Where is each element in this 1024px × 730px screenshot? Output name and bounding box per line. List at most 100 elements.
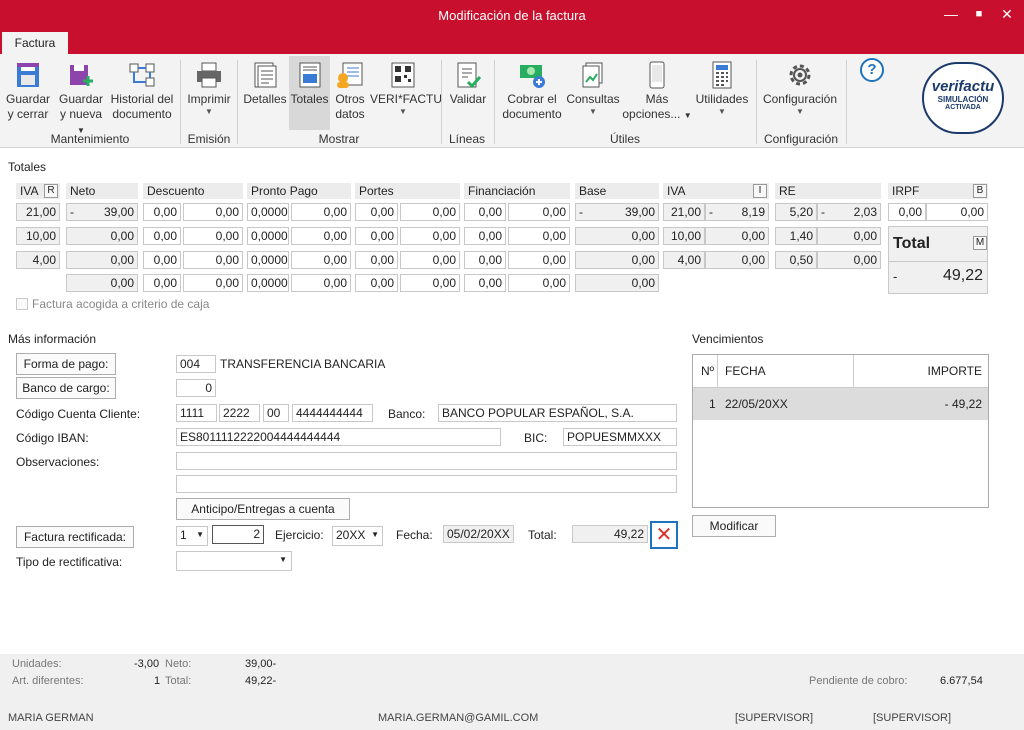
forma-pago-code[interactable]: 004 — [176, 355, 216, 373]
otros-datos-button[interactable]: Otros datos — [332, 56, 368, 128]
financiacion-pct-1[interactable]: 0,00 — [464, 203, 506, 221]
descuento-pct-3[interactable]: 0,00 — [143, 251, 181, 269]
minimize-icon[interactable]: — — [938, 2, 964, 26]
tipo-rect-select[interactable]: ▼ — [176, 551, 292, 571]
portes-imp-3[interactable]: 0,00 — [400, 251, 460, 269]
pronto-imp-1[interactable]: 0,00 — [291, 203, 351, 221]
m-button[interactable]: M — [973, 236, 987, 250]
b-button[interactable]: B — [973, 184, 987, 198]
imprimir-button[interactable]: Imprimir ▼ — [186, 56, 232, 128]
validar-button[interactable]: Validar — [446, 56, 490, 128]
descuento-imp-total[interactable]: 0,00 — [183, 274, 243, 292]
ccc-entidad[interactable]: 1111 — [176, 404, 217, 422]
help-icon[interactable]: ? — [860, 58, 884, 82]
caja-checkbox[interactable] — [16, 298, 28, 310]
banco-cargo-button[interactable]: Banco de cargo: — [16, 377, 116, 399]
forma-pago-desc: TRANSFERENCIA BANCARIA — [220, 357, 386, 371]
bic-input[interactable]: POPUESMMXXX — [563, 428, 677, 446]
financiacion-imp-2[interactable]: 0,00 — [508, 227, 570, 245]
irpf-imp[interactable]: 0,00 — [926, 203, 988, 221]
banco-cargo-input[interactable]: 0 — [176, 379, 216, 397]
portes-pct-3[interactable]: 0,00 — [355, 251, 398, 269]
group-lineas: Líneas — [448, 132, 486, 146]
value: 8,19 — [741, 205, 765, 219]
portes-pct-1[interactable]: 0,00 — [355, 203, 398, 221]
delete-x-icon[interactable]: ✕ — [650, 521, 678, 549]
modificar-button[interactable]: Modificar — [692, 515, 776, 537]
ccc-cuenta[interactable]: 4444444444 — [292, 404, 373, 422]
financiacion-pct-total[interactable]: 0,00 — [464, 274, 506, 292]
pronto-imp-3[interactable]: 0,00 — [291, 251, 351, 269]
historial-button[interactable]: Historial del documento — [108, 56, 176, 128]
verifactu-button[interactable]: VERI*FACTU ▼ — [370, 56, 442, 128]
label: Historial del — [110, 92, 174, 106]
mas-opciones-button[interactable]: Más opciones... ▼ — [622, 56, 692, 128]
portes-imp-1[interactable]: 0,00 — [400, 203, 460, 221]
descuento-imp-3[interactable]: 0,00 — [183, 251, 243, 269]
iban-input[interactable]: ES8011112222004444444444 — [176, 428, 501, 446]
detalles-button[interactable]: Detalles — [242, 56, 288, 128]
forma-pago-button[interactable]: Forma de pago: — [16, 353, 116, 375]
separator — [494, 60, 495, 144]
i-button[interactable]: I — [753, 184, 767, 198]
guardar-cerrar-button[interactable]: Guardar y cerrar — [4, 56, 52, 128]
financiacion-imp-total[interactable]: 0,00 — [508, 274, 570, 292]
rect-serie-select[interactable]: 1 ▼ — [176, 526, 208, 546]
pronto-imp-2[interactable]: 0,00 — [291, 227, 351, 245]
label: Imprimir — [187, 92, 231, 106]
pronto-pct-1[interactable]: 0,0000 — [247, 203, 289, 221]
pronto-pct-2[interactable]: 0,0000 — [247, 227, 289, 245]
rect-numero[interactable]: 2 — [212, 525, 264, 544]
ccc-oficina[interactable]: 2222 — [219, 404, 260, 422]
factura-rectificada-button[interactable]: Factura rectificada: — [16, 526, 134, 548]
financiacion-imp-3[interactable]: 0,00 — [508, 251, 570, 269]
portes-imp-total[interactable]: 0,00 — [400, 274, 460, 292]
descuento-imp-2[interactable]: 0,00 — [183, 227, 243, 245]
pronto-imp-total[interactable]: 0,00 — [291, 274, 351, 292]
col-importe: IMPORTE — [927, 364, 982, 378]
observaciones-input-1[interactable] — [176, 452, 677, 470]
col-n: Nº — [701, 364, 715, 378]
consultas-button[interactable]: Consultas ▼ — [566, 56, 620, 128]
guardar-nueva-button[interactable]: Guardar y nueva ▼ — [56, 56, 106, 135]
header-re: RE — [775, 183, 881, 199]
configuracion-button[interactable]: Configuración ▼ — [760, 56, 840, 128]
total-rect-label: Total: — [528, 528, 557, 542]
iban-label: Código IBAN: — [16, 431, 89, 445]
total-sign: - — [893, 269, 898, 284]
status-bar: Unidades: -3,00 Neto: 39,00- Art. difere… — [0, 654, 1024, 730]
label: Configuración — [762, 92, 838, 106]
tab-bar: Factura — [0, 32, 1024, 54]
tab-factura[interactable]: Factura — [2, 32, 68, 54]
re-cuota-2: 0,00 — [817, 227, 881, 245]
utilidades-button[interactable]: Utilidades ▼ — [694, 56, 750, 128]
separator — [846, 60, 847, 144]
section-mas-info: Más información — [8, 332, 97, 346]
descuento-imp-1[interactable]: 0,00 — [183, 203, 243, 221]
label: Detalles — [243, 92, 287, 106]
r-button[interactable]: R — [44, 184, 58, 198]
cobrar-button[interactable]: Cobrar el documento — [500, 56, 564, 128]
ejercicio-select[interactable]: 20XX ▼ — [332, 526, 383, 546]
financiacion-imp-1[interactable]: 0,00 — [508, 203, 570, 221]
divider — [889, 261, 987, 262]
irpf-pct[interactable]: 0,00 — [888, 203, 926, 221]
close-icon[interactable]: ✕ — [994, 2, 1020, 26]
portes-pct-total[interactable]: 0,00 — [355, 274, 398, 292]
observaciones-input-2[interactable] — [176, 475, 677, 493]
maximize-icon[interactable]: ■ — [966, 2, 992, 26]
ccc-dc[interactable]: 00 — [263, 404, 289, 422]
table-row[interactable]: 1 22/05/20XX - 49,22 — [693, 388, 988, 420]
financiacion-pct-2[interactable]: 0,00 — [464, 227, 506, 245]
financiacion-pct-3[interactable]: 0,00 — [464, 251, 506, 269]
portes-pct-2[interactable]: 0,00 — [355, 227, 398, 245]
anticipo-button[interactable]: Anticipo/Entregas a cuenta — [176, 498, 350, 520]
portes-imp-2[interactable]: 0,00 — [400, 227, 460, 245]
pronto-pct-total[interactable]: 0,0000 — [247, 274, 289, 292]
totales-button[interactable]: Totales — [289, 56, 330, 130]
descuento-pct-total[interactable]: 0,00 — [143, 274, 181, 292]
descuento-pct-2[interactable]: 0,00 — [143, 227, 181, 245]
banco-name[interactable]: BANCO POPULAR ESPAÑOL, S.A. — [438, 404, 677, 422]
pronto-pct-3[interactable]: 0,0000 — [247, 251, 289, 269]
descuento-pct-1[interactable]: 0,00 — [143, 203, 181, 221]
